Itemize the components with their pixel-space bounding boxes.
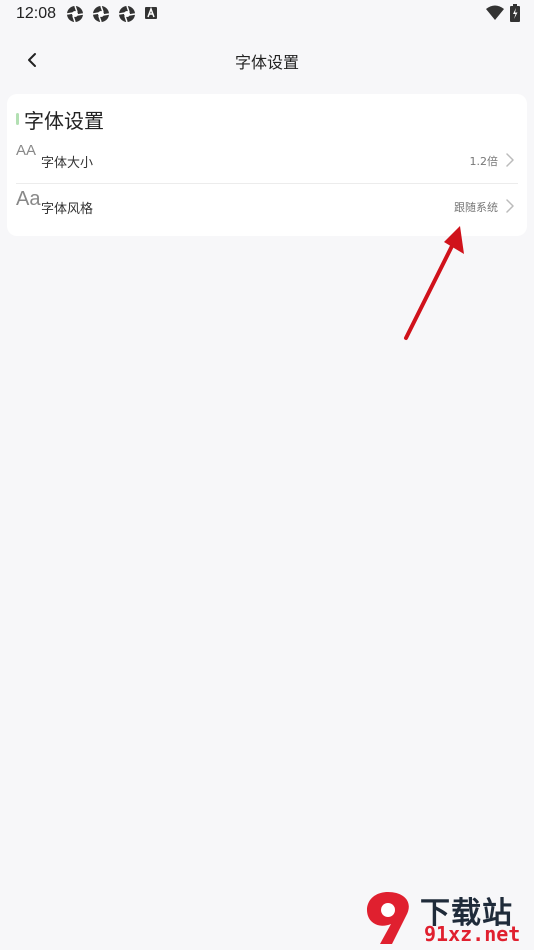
status-bar: 12:08 <box>0 0 534 28</box>
card-title: 字体设置 <box>24 108 104 133</box>
font-size-row[interactable]: AA 字体大小 1.2倍 <box>16 138 518 182</box>
font-style-value: 跟随系统 <box>454 201 498 214</box>
battery-charging-icon <box>510 4 520 22</box>
status-notification-icons <box>66 5 158 23</box>
font-style-label: 字体风格 <box>41 202 94 217</box>
watermark-mark-icon <box>366 892 409 944</box>
aperture-icon <box>66 5 84 23</box>
font-style-icon-glyph: Aa <box>16 188 41 210</box>
accent-bar <box>16 113 19 125</box>
aperture-icon <box>92 5 110 23</box>
annotation-arrow-icon <box>404 226 464 340</box>
app-bar: 字体设置 <box>0 40 534 80</box>
aperture-icon <box>118 5 136 23</box>
card-header: 字体设置 <box>16 106 104 133</box>
status-system-icons <box>486 4 520 22</box>
wifi-icon <box>486 5 504 20</box>
a-badge-icon <box>145 6 157 19</box>
font-size-icon-glyph: AA <box>16 142 37 159</box>
watermark-logo: 下载站 91xz.net <box>358 888 528 948</box>
status-time: 12:08 <box>16 5 57 22</box>
page-title: 字体设置 <box>234 53 299 72</box>
font-settings-card: 字体设置 AA 字体大小 1.2倍 Aa 字体风格 跟随系统 <box>7 94 527 236</box>
chevron-right-icon <box>506 153 514 167</box>
font-size-icon: AA <box>16 142 36 160</box>
font-size-label: 字体大小 <box>41 156 94 171</box>
chevron-right-icon <box>506 199 514 213</box>
font-style-icon: Aa <box>16 188 40 211</box>
font-size-value: 1.2倍 <box>469 155 499 168</box>
watermark-domain: 91xz.net <box>424 922 521 946</box>
